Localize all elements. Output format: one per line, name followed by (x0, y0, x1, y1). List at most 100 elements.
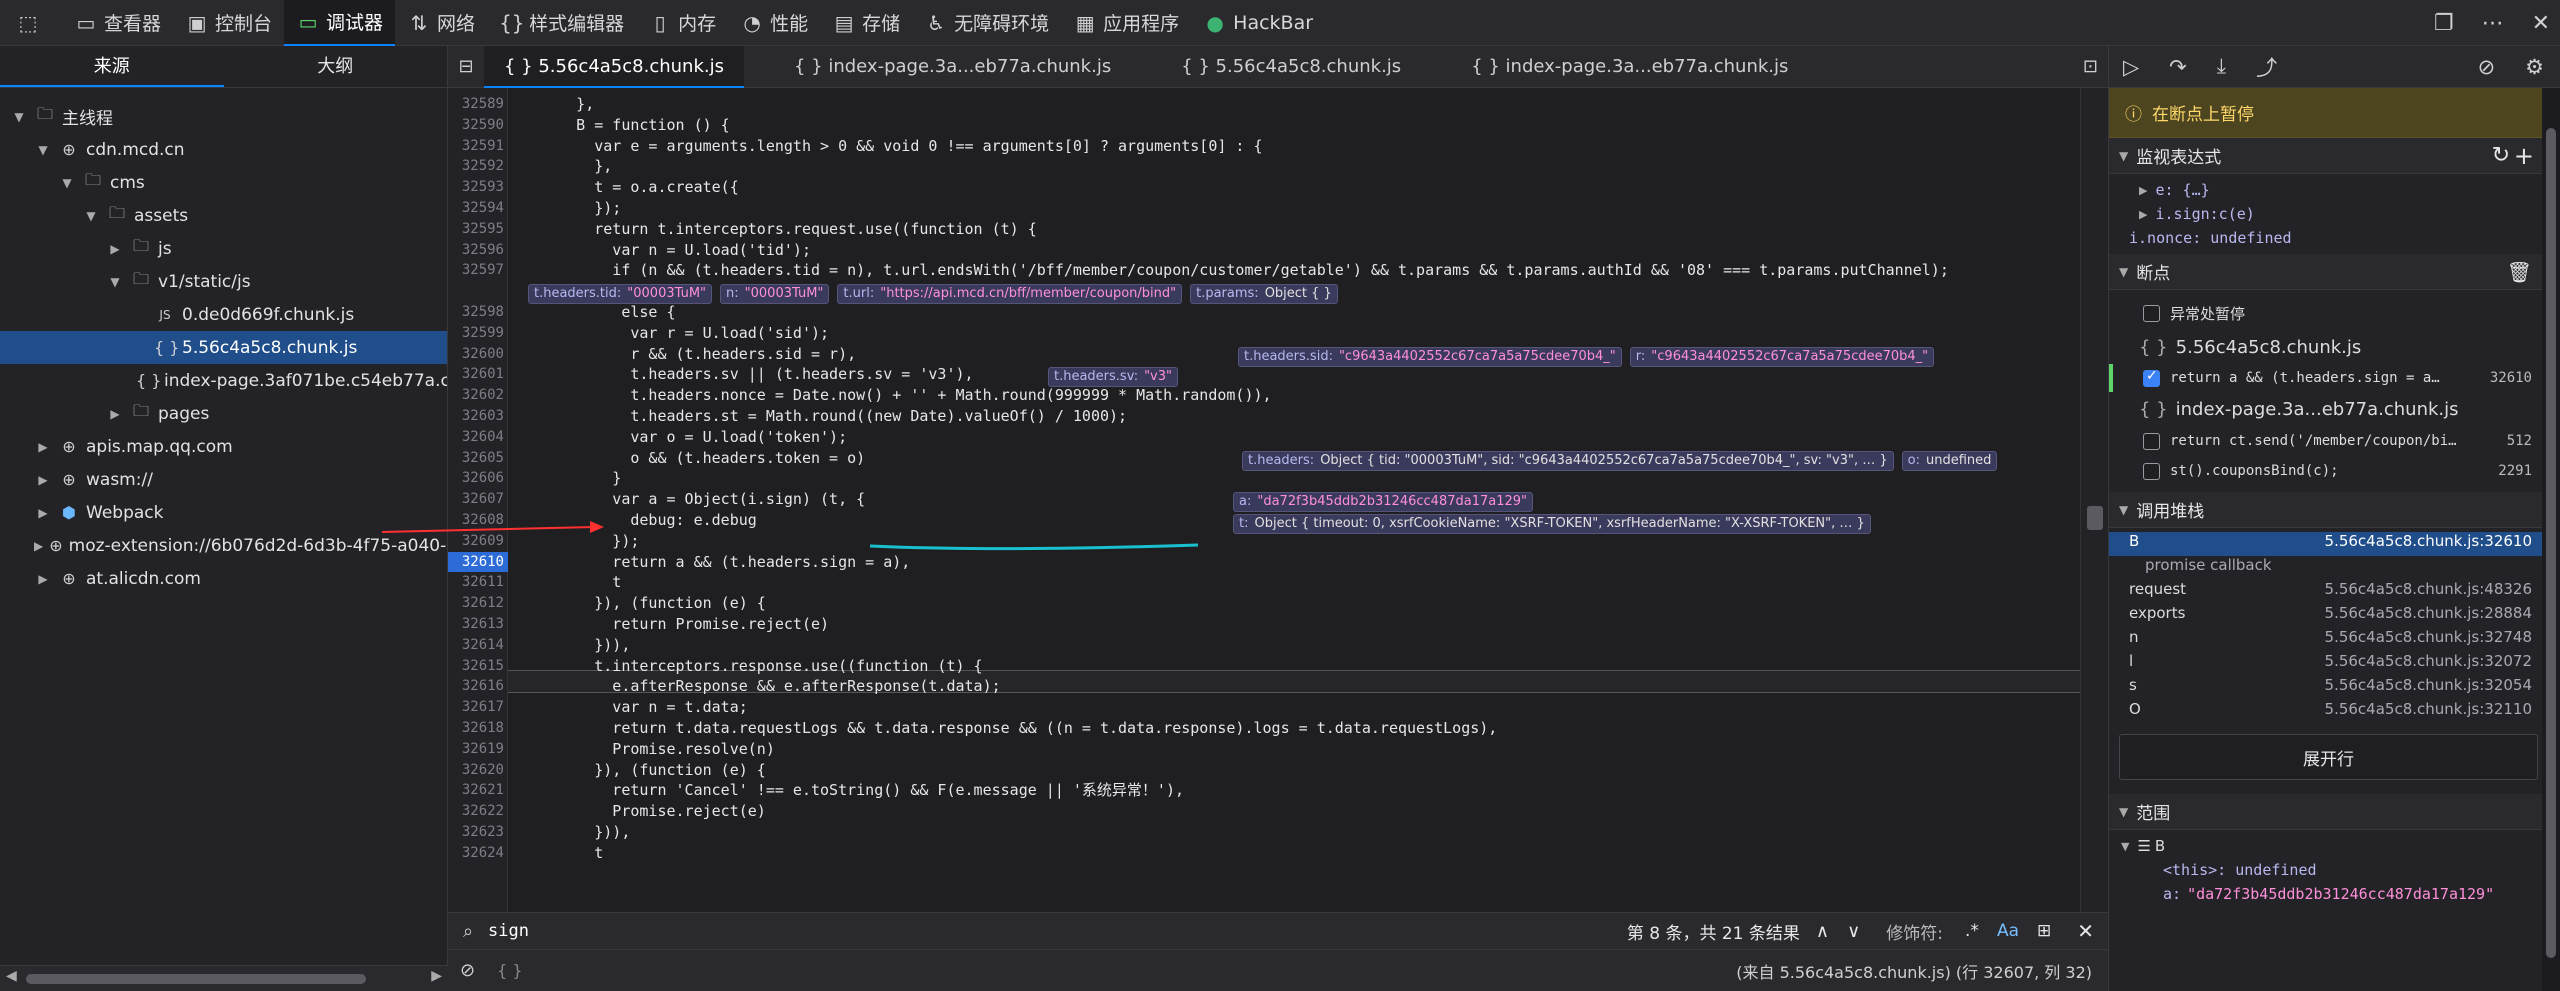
tree-item[interactable]: JS 0.de0d669f.chunk.js (0, 298, 447, 331)
watch-item[interactable]: i.nonce: undefined (2109, 226, 2560, 250)
inline-preview-chip[interactable]: a: "da72f3b45ddb2b31246cc487da17a129" (1233, 492, 1534, 513)
code-line[interactable]: var o = U.load('token'); (522, 427, 847, 448)
line-number[interactable]: 32602 (448, 385, 504, 406)
code-line[interactable]: }); (522, 531, 639, 552)
scope-block[interactable]: ▼ ☰ B (2109, 834, 2560, 858)
breakpoint-checkbox[interactable] (2143, 432, 2160, 450)
toggle-sources-icon[interactable]: ⊟ (448, 56, 484, 77)
tab-accessibility[interactable]: ♿ 无障碍环境 (912, 0, 1061, 46)
inline-preview-chip[interactable]: t.headers: Object { tid: "00003TuM", sid:… (1242, 450, 1894, 471)
pretty-print-icon[interactable]: { } (497, 961, 522, 980)
line-number[interactable]: 32605 (448, 448, 504, 469)
line-number[interactable]: 32598 (448, 302, 504, 323)
pause-exceptions-checkbox[interactable] (2143, 304, 2160, 322)
tree-item[interactable]: ▶ ⊕ apis.map.qq.com (0, 430, 447, 463)
horizontal-scrollbar[interactable]: ◀ ▶ (0, 965, 448, 991)
watch-header[interactable]: ▼ 监视表达式 ↻ + (2109, 138, 2560, 174)
settings-gear-icon[interactable]: ⚙ (2525, 55, 2544, 79)
inline-preview-chip[interactable]: t.headers.sid: "c9643a4402552c67ca7a5a75c… (1238, 346, 1622, 367)
refresh-icon[interactable]: ↻ (2492, 143, 2510, 168)
tab-debugger[interactable]: ▭ 调试器 (284, 0, 396, 46)
tree-item[interactable]: { } 5.56c4a5c8.chunk.js (0, 331, 447, 364)
line-number[interactable]: 32613 (448, 614, 504, 635)
code-line[interactable]: debug: e.debug (522, 510, 756, 531)
chevron-down-icon[interactable]: ▼ (58, 176, 76, 190)
stack-frame[interactable]: n 5.56c4a5c8.chunk.js:32748 (2109, 628, 2560, 652)
close-icon[interactable]: ✕ (2532, 11, 2550, 36)
close-search-icon[interactable]: ✕ (2077, 919, 2094, 943)
inline-preview-chip[interactable]: n: "00003TuM" (720, 284, 830, 305)
tree-item[interactable]: ▶ ⊕ wasm:// (0, 463, 447, 496)
tree-item[interactable]: ▶ ⊕ at.alicdn.com (0, 562, 447, 595)
tree-item[interactable]: ▼ ⊕ cdn.mcd.cn (0, 133, 447, 166)
inline-preview-chip[interactable]: o: undefined (1901, 450, 1998, 471)
tree-item[interactable]: ▼ 🗀 cms (0, 166, 447, 199)
code-line[interactable]: t.headers.st = Math.round((new Date).val… (522, 406, 1127, 427)
scroll-left-icon[interactable]: ◀ (6, 968, 17, 984)
scopes-header[interactable]: ▼ 范围 (2109, 794, 2560, 830)
line-number[interactable]: 32614 (448, 635, 504, 656)
code-line[interactable]: var a = Object(i.sign) (t, { (522, 489, 865, 510)
line-number[interactable]: 32599 (448, 323, 504, 344)
watch-item[interactable]: ▶ i.sign:c(e) (2109, 202, 2560, 226)
code-line[interactable]: t.headers.sv || (t.headers.sv = 'v3'), (522, 364, 973, 385)
dock-icon[interactable]: ❐ (2434, 11, 2454, 36)
line-number[interactable]: 32601 (448, 364, 504, 385)
code-line[interactable]: }), (function (e) { (522, 593, 766, 614)
deactivate-breakpoints-icon[interactable]: ⊘ (2478, 55, 2496, 79)
chevron-right-icon[interactable]: ▶ (106, 407, 124, 421)
chevron-down-icon[interactable]: ▼ (34, 143, 52, 157)
line-number[interactable]: 32617 (448, 697, 504, 718)
stack-frame[interactable]: O 5.56c4a5c8.chunk.js:32110 (2109, 700, 2560, 724)
whole-word-icon[interactable]: ⊞ (2037, 921, 2051, 941)
callstack-header[interactable]: ▼ 调用堆栈 (2109, 492, 2560, 528)
line-number[interactable]: 32604 (448, 427, 504, 448)
inline-preview-chip[interactable]: t.url: "https://api.mcd.cn/bff/member/cou… (837, 284, 1183, 305)
tree-item[interactable]: ▼ 🗀 主线程 (0, 100, 447, 133)
line-number[interactable]: 32619 (448, 739, 504, 760)
breakpoint-entry[interactable]: return ct.send('/member/coupon/bi… 512 (2109, 426, 2560, 456)
search-prev-icon[interactable]: ∧ (1816, 921, 1829, 942)
tree-item[interactable]: ▼ 🗀 v1/static/js (0, 265, 447, 298)
chevron-down-icon[interactable]: ▼ (10, 110, 28, 124)
code-line[interactable]: var n = U.load('tid'); (522, 240, 811, 261)
code-line[interactable]: B = function () { (522, 115, 730, 136)
scope-this[interactable]: <this>: undefined (2109, 858, 2560, 882)
code-line[interactable]: }), (function (e) { (522, 760, 766, 781)
blackbox-icon[interactable]: ⊘ (460, 960, 475, 981)
line-number[interactable]: 32595 (448, 219, 504, 240)
code-line[interactable]: }, (522, 156, 612, 177)
delete-breakpoints-icon[interactable]: 🗑 (2507, 260, 2532, 284)
code-line[interactable]: return a && (t.headers.sign = a), (522, 552, 910, 573)
stack-frame[interactable]: B 5.56c4a5c8.chunk.js:32610 (2109, 532, 2560, 556)
inline-preview-chip[interactable]: r: "c9643a4402552c67ca7a5a75cdee70b4_" (1629, 346, 1935, 367)
code-line[interactable]: return 'Cancel' !== e.toString() && F(e.… (522, 780, 1184, 801)
expand-rows-button[interactable]: 展开行 (2119, 734, 2538, 780)
line-number[interactable]: 32607 (448, 489, 504, 510)
code-line[interactable]: var n = t.data; (522, 697, 747, 718)
tab-hackbar[interactable]: ● HackBar (1191, 0, 1325, 46)
search-input[interactable]: sign (488, 921, 529, 941)
line-number[interactable]: 32616 (448, 676, 504, 697)
debugger-scrollbar[interactable] (2542, 88, 2560, 991)
line-number[interactable]: 32610 (448, 551, 508, 573)
tree-item[interactable]: ▶ ⬢ Webpack (0, 496, 447, 529)
step-out-icon[interactable]: ⤴ (2256, 52, 2277, 82)
inline-preview-chip[interactable]: t.params: Object { } (1190, 284, 1338, 305)
line-number[interactable]: 32594 (448, 198, 504, 219)
tab-outline[interactable]: 大纲 (224, 46, 448, 87)
line-number[interactable]: 32611 (448, 572, 504, 593)
editor-tab[interactable]: { } index-page.3a...eb77a.chunk.js (1451, 46, 1808, 88)
code-line[interactable]: return t.data.requestLogs && t.data.resp… (522, 718, 1497, 739)
editor-tab[interactable]: { } 5.56c4a5c8.chunk.js (484, 45, 744, 88)
tab-storage[interactable]: ▤ 存储 (820, 0, 912, 46)
breakpoint-entry[interactable]: st().couponsBind(c); 2291 (2109, 456, 2560, 486)
tree-item[interactable]: ▶ 🗀 js (0, 232, 447, 265)
tree-item[interactable]: ▼ 🗀 assets (0, 199, 447, 232)
stack-frame[interactable]: exports 5.56c4a5c8.chunk.js:28884 (2109, 604, 2560, 628)
line-number[interactable]: 32623 (448, 822, 504, 843)
line-number[interactable]: 32622 (448, 801, 504, 822)
breakpoint-entry[interactable]: return a && (t.headers.sign = a… 32610 (2109, 364, 2560, 392)
breakpoints-header[interactable]: ▼ 断点 🗑 (2109, 254, 2560, 290)
line-number[interactable]: 32591 (448, 136, 504, 157)
